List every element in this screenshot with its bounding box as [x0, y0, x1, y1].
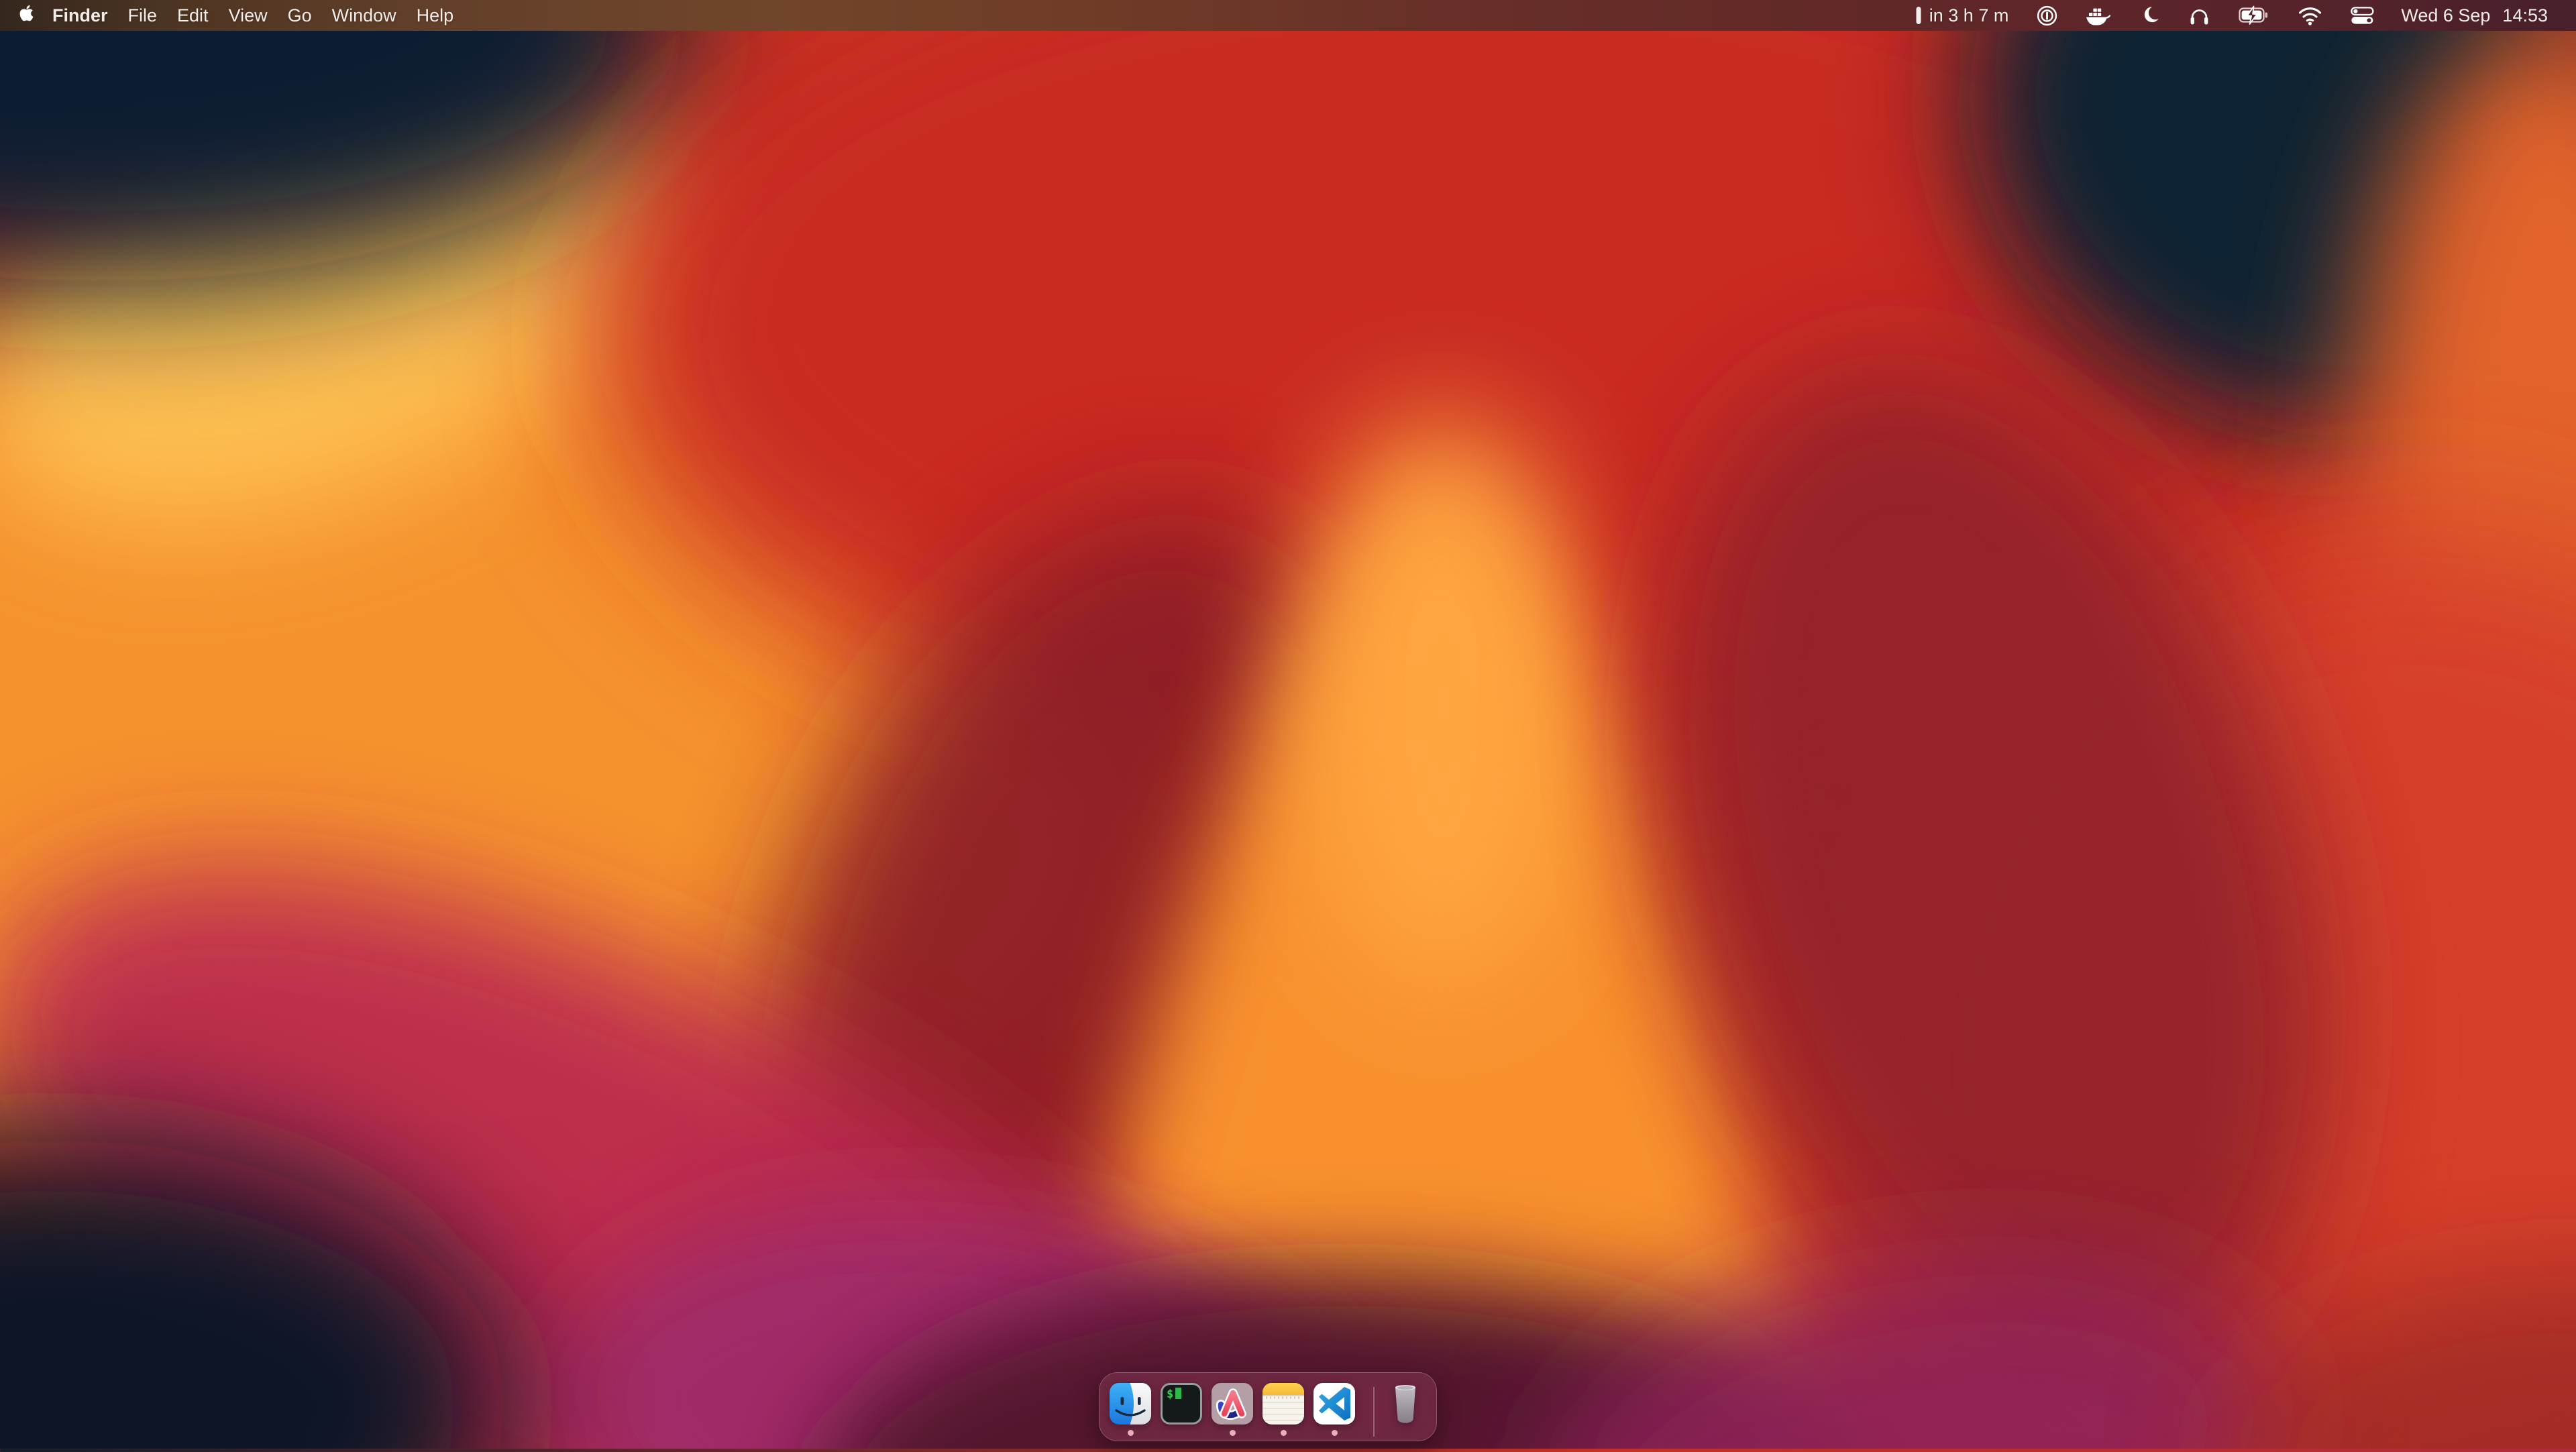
dock-item-arc[interactable] — [1211, 1382, 1254, 1440]
trash-icon — [1384, 1382, 1427, 1425]
menu-go[interactable]: Go — [278, 0, 322, 31]
battery-charging-icon[interactable] — [2239, 0, 2269, 31]
dock-item-finder[interactable] — [1109, 1382, 1152, 1440]
notes-icon — [1262, 1382, 1305, 1425]
menu-bar-status-area: in 3 h 7 m — [1916, 0, 2576, 31]
status-timer[interactable]: in 3 h 7 m — [1916, 0, 2009, 31]
menu-window[interactable]: Window — [322, 0, 407, 31]
clock-time: 14:53 — [2502, 5, 2548, 26]
terminal-cursor — [1175, 1388, 1181, 1399]
control-center-icon[interactable] — [2351, 0, 2374, 31]
apple-menu[interactable] — [11, 0, 42, 31]
menu-view[interactable]: View — [219, 0, 278, 31]
terminal-prompt: $ — [1167, 1388, 1181, 1400]
running-indicator — [1230, 1430, 1236, 1436]
running-indicator — [1128, 1430, 1134, 1436]
desktop-wallpaper — [0, 0, 2576, 1449]
dock-separator — [1373, 1387, 1375, 1437]
menu-bar-left: Finder File Edit View Go Window Help — [0, 0, 464, 31]
dock-item-trash[interactable] — [1384, 1382, 1427, 1440]
docker-whale-icon[interactable] — [2086, 0, 2111, 31]
apple-logo-icon — [19, 4, 34, 27]
running-indicator — [1281, 1430, 1287, 1436]
wallpaper-art — [0, 0, 2576, 1449]
menu-file[interactable]: File — [118, 0, 168, 31]
clock-date: Wed 6 Sep — [2401, 5, 2490, 26]
dock-item-terminal[interactable]: $ — [1160, 1382, 1203, 1440]
arc-browser-icon — [1211, 1382, 1254, 1425]
wifi-icon[interactable] — [2298, 0, 2322, 31]
timer-label: in 3 h 7 m — [1929, 5, 2009, 26]
menu-app-name[interactable]: Finder — [42, 0, 118, 31]
headphones-icon[interactable] — [2188, 0, 2210, 31]
menu-edit[interactable]: Edit — [167, 0, 219, 31]
menu-bar: Finder File Edit View Go Window Help in … — [0, 0, 2576, 31]
vscode-icon — [1313, 1382, 1356, 1425]
dock-item-vscode[interactable] — [1313, 1382, 1356, 1440]
moon-focus-icon[interactable] — [2139, 0, 2160, 31]
running-indicator — [1332, 1430, 1338, 1436]
timer-bar-icon — [1916, 6, 1921, 25]
dock-item-notes[interactable] — [1262, 1382, 1305, 1440]
power-ring-icon[interactable] — [2037, 0, 2057, 31]
menu-help[interactable]: Help — [407, 0, 464, 31]
finder-icon — [1109, 1382, 1152, 1425]
status-clock[interactable]: Wed 6 Sep 14:53 — [2401, 5, 2548, 26]
dock: $ — [1099, 1372, 1437, 1441]
